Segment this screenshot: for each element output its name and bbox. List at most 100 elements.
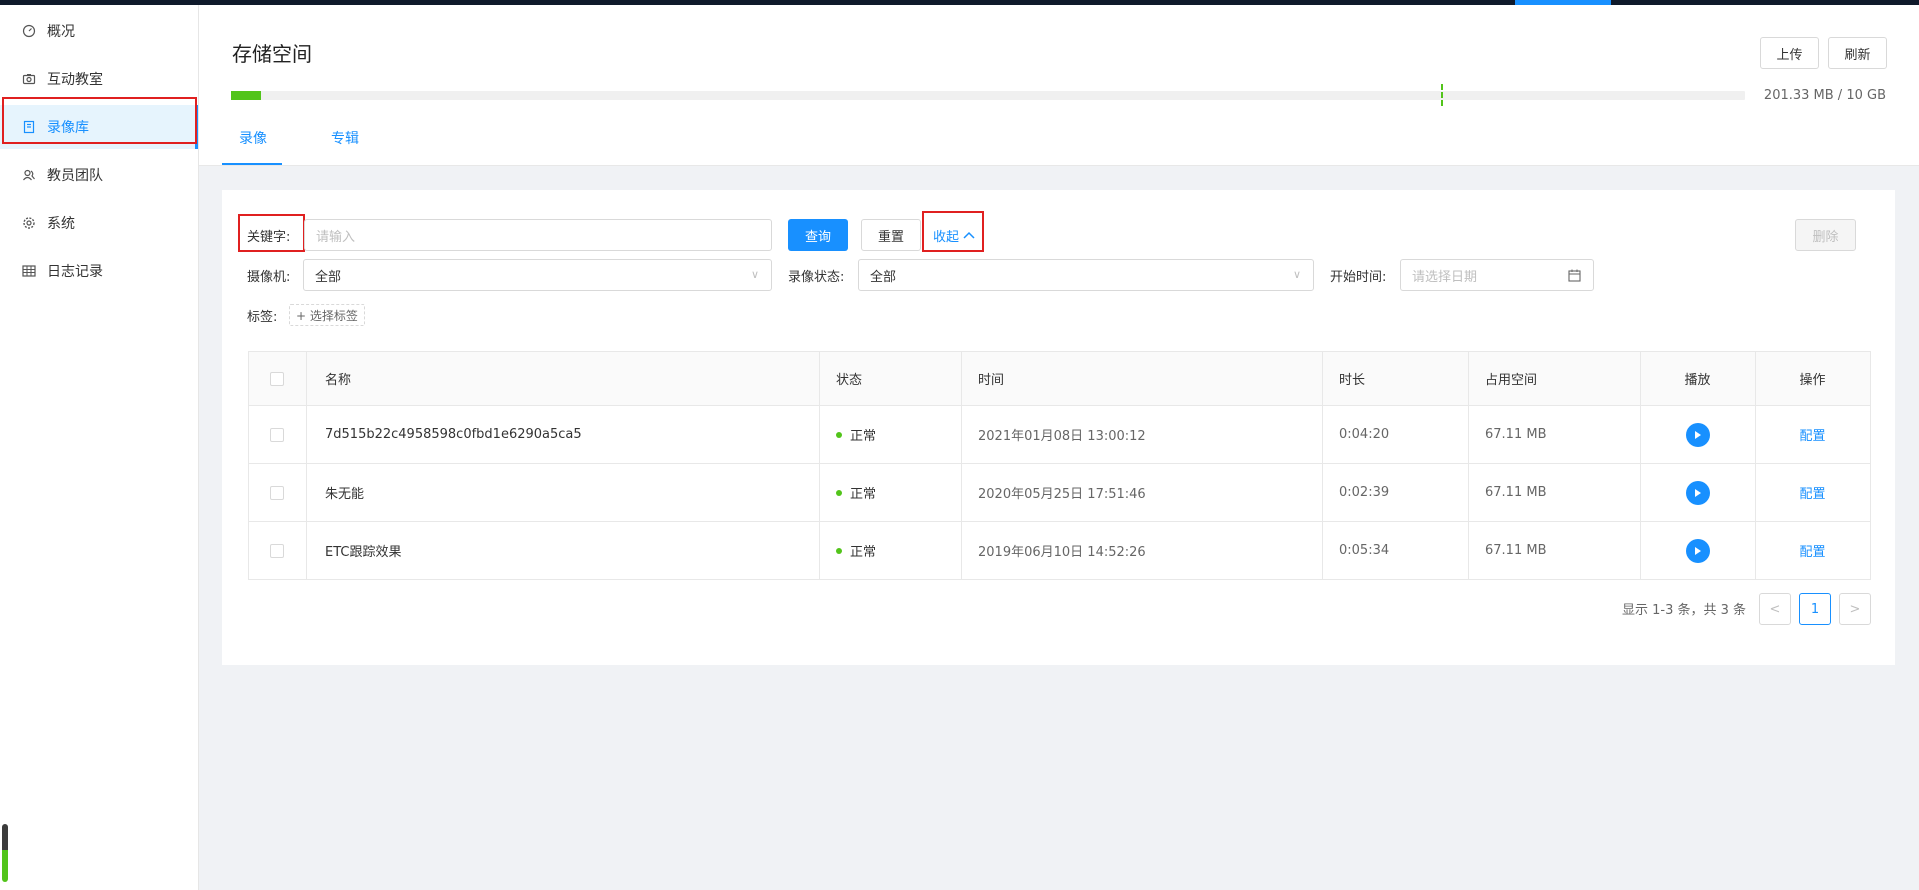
team-icon [22,168,36,182]
status-select[interactable]: 全部 ∨ [858,259,1314,291]
status-text: 正常 [850,429,877,444]
settings-icon [22,216,36,230]
sidebar-item-label: 录像库 [47,120,89,136]
column-header-size: 占用空间 [1485,373,1538,388]
status-text: 正常 [850,545,877,560]
scroll-indicator [2,824,8,882]
sidebar-item-team[interactable]: 教员团队 [0,153,198,197]
sidebar-item-label: 教员团队 [47,168,103,184]
table-row[interactable]: 朱无能 正常 2020年05月25日 17:51:46 0:02:39 67.1… [249,464,1870,522]
recording-size: 67.11 MB [1485,543,1547,558]
upload-button[interactable]: 上传 [1760,37,1819,69]
start-date-picker[interactable]: 请选择日期 [1400,259,1594,291]
action-cell: 配置 [1755,406,1870,463]
status-text: 正常 [850,487,877,502]
recording-time: 2020年05月25日 17:51:46 [978,487,1146,502]
recording-time: 2021年01月08日 13:00:12 [978,429,1146,444]
sidebar-item-recordings[interactable]: 录像库 [0,105,198,149]
dashboard-icon [22,24,36,38]
sidebar-item-label: 互动教室 [47,72,103,88]
sidebar-item-label: 系统 [47,216,75,232]
column-header-play: 播放 [1684,373,1711,388]
sidebar-item-system[interactable]: 系统 [0,201,198,245]
tab-albums[interactable]: 专辑 [331,128,359,148]
start-time-label: 开始时间: [1330,270,1387,285]
column-header-duration: 时长 [1339,373,1366,388]
tag-label: 标签: [247,310,278,325]
start-date-placeholder: 请选择日期 [1412,269,1478,285]
sidebar-item-overview[interactable]: 概况 [0,9,198,53]
row-checkbox[interactable] [270,522,284,579]
reset-button[interactable]: 重置 [861,219,921,251]
tab-active-indicator [222,163,282,165]
book-icon [22,120,36,134]
pagination-summary: 显示 1-3 条，共 3 条 [1622,603,1747,618]
next-page-button[interactable]: > [1839,593,1871,625]
action-cell: 配置 [1755,464,1870,521]
table-row[interactable]: 7d515b22c4958598c0fbd1e6290a5ca5 正常 2021… [249,406,1870,464]
play-icon[interactable] [1685,538,1710,563]
chevron-down-icon: ∨ [750,268,759,281]
table-row[interactable]: ETC跟踪效果 正常 2019年06月10日 14:52:26 0:05:34 … [249,522,1870,579]
page-number-1[interactable]: 1 [1799,593,1831,625]
status-dot-icon [836,431,842,438]
recording-duration: 0:05:34 [1339,543,1390,558]
search-button[interactable]: 查询 [788,219,848,251]
collapse-button[interactable]: 收起 [933,226,975,245]
row-checkbox[interactable] [270,464,284,521]
sidebar-item-label: 概况 [47,24,75,40]
column-header-name: 名称 [325,373,352,388]
status-dot-icon [836,547,842,554]
keyword-label: 关键字: [247,230,291,245]
recording-duration: 0:04:20 [1339,427,1390,442]
storage-progress-fill [231,91,262,100]
delete-button[interactable]: 删除 [1795,219,1856,251]
column-header-time: 时间 [978,373,1005,388]
camera-icon [22,72,36,86]
tab-recordings[interactable]: 录像 [239,128,267,148]
recording-name: 朱无能 [325,487,365,502]
play-icon[interactable] [1685,422,1710,447]
refresh-button[interactable]: 刷新 [1828,37,1887,69]
status-badge: 正常 [836,406,876,463]
sidebar: 概况 互动教室 录像库 教员团队 系统 日志记录 [0,5,199,890]
recording-time: 2019年06月10日 14:52:26 [978,545,1146,560]
calendar-icon [1568,269,1581,286]
storage-threshold-marker [1441,84,1443,106]
sidebar-item-logs[interactable]: 日志记录 [0,249,198,293]
table-header-row: 名称 状态 时间 时长 占用空间 播放 操作 [249,352,1870,406]
collapse-label: 收起 [933,230,960,245]
camera-label: 摄像机: [247,270,291,285]
add-tag-button[interactable]: + 选择标签 [289,304,365,326]
chevron-right-icon: > [1849,601,1861,617]
status-badge: 正常 [836,522,876,579]
configure-link[interactable]: 配置 [1799,425,1825,444]
storage-usage-text: 201.33 MB / 10 GB [1763,88,1886,103]
play-cell [1640,522,1755,579]
chevron-left-icon: < [1769,601,1781,617]
recording-size: 67.11 MB [1485,485,1547,500]
recording-name: ETC跟踪效果 [325,545,402,560]
configure-link[interactable]: 配置 [1799,483,1825,502]
column-header-actions: 操作 [1799,373,1826,388]
storage-progress-bar [231,91,1745,100]
column-header-status: 状态 [836,373,863,388]
play-cell [1640,464,1755,521]
chevron-up-icon [963,228,975,243]
select-all-checkbox[interactable] [270,352,284,405]
configure-link[interactable]: 配置 [1799,541,1825,560]
table-icon [22,264,36,278]
camera-select[interactable]: 全部 ∨ [303,259,772,291]
play-icon[interactable] [1685,480,1710,505]
recording-duration: 0:02:39 [1339,485,1390,500]
recordings-table: 名称 状态 时间 时长 占用空间 播放 操作 7d515b22c4958598c… [248,351,1871,580]
row-checkbox[interactable] [270,406,284,463]
sidebar-item-classroom[interactable]: 互动教室 [0,57,198,101]
chevron-down-icon: ∨ [1292,268,1301,281]
keyword-input[interactable]: 请输入 [304,219,772,251]
prev-page-button[interactable]: < [1759,593,1791,625]
status-label: 录像状态: [788,270,845,285]
recording-size: 67.11 MB [1485,427,1547,442]
status-badge: 正常 [836,464,876,521]
page-title: 存储空间 [232,42,312,66]
